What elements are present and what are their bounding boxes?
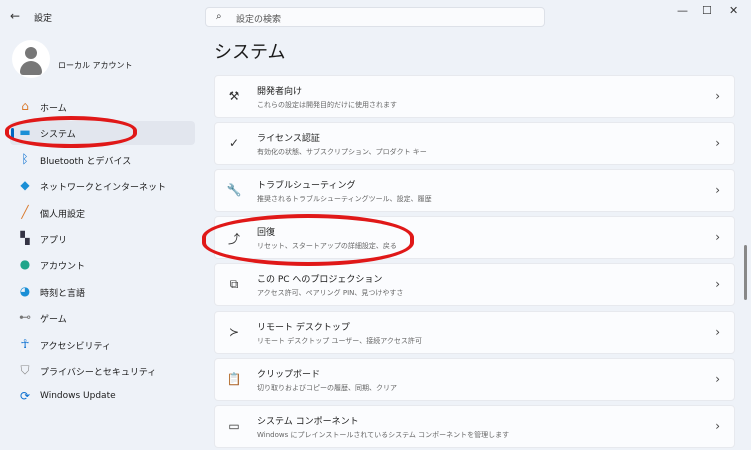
brush-icon: ╱: [21, 204, 29, 219]
card-subtitle: アクセス許可、ペアリング PIN、見つけやすさ: [257, 289, 404, 298]
home-icon: ⌂: [21, 99, 29, 113]
avatar[interactable]: [12, 40, 50, 78]
settings-card-7[interactable]: ▭ システム コンポーネント Windows にプレインストールされているシステム …: [214, 404, 735, 448]
card-title: リモート デスクトップ: [257, 322, 350, 333]
sidebar-item-label: ホーム: [40, 104, 67, 114]
card-subtitle: 切り取りおよびコピーの履歴、同期、クリア: [257, 383, 397, 392]
settings-card-2[interactable]: 🔧 トラブルシューティング推奨されるトラブルシューティングツール、設定、履歴 ›: [214, 169, 735, 213]
chevron-right-icon: ›: [715, 324, 720, 339]
card-title: トラブルシューティング: [257, 181, 356, 192]
close-button[interactable]: ✕: [729, 4, 738, 17]
scrollbar[interactable]: [744, 245, 747, 300]
app-title: 設定: [34, 14, 53, 24]
settings-card-5[interactable]: ≻ リモート デスクトップリモート デスクトップ ユーザー、接続アクセス許可 ›: [214, 310, 735, 354]
sidebar-item-6[interactable]: ● アカウント: [10, 253, 195, 277]
settings-card-4[interactable]: ⧉ この PC へのプロジェクションアクセス許可、ペアリング PIN、見つけやすさ…: [214, 263, 735, 307]
chevron-right-icon: ›: [715, 277, 720, 292]
card-title: 回復: [257, 228, 276, 239]
maximize-button[interactable]: ☐: [702, 4, 712, 17]
search-icon: ⌕: [216, 11, 222, 22]
globe-clock-icon: ◕: [19, 283, 31, 298]
sidebar-item-label: 時刻と言語: [40, 288, 86, 299]
sidebar-item-label: ネットワークとインターネット: [40, 183, 167, 194]
search-placeholder: 設定の検索: [236, 15, 282, 25]
title-bar: ← 設定 ⌕ 設定の検索 — ☐ ✕: [0, 0, 751, 34]
card-title: クリップボード: [257, 369, 321, 380]
settings-card-1[interactable]: ✓ ライセンス認証有効化の状態、サブスクリプション、プロダクト キー ›: [214, 122, 735, 166]
back-arrow-icon[interactable]: ←: [10, 9, 20, 23]
card-title: ライセンス認証: [257, 134, 320, 145]
settings-card-3[interactable]: ⤴ 回復リセット、スタートアップの詳細設定、戻る ›: [214, 216, 735, 260]
sidebar-item-3[interactable]: ◆ ネットワークとインターネット: [10, 174, 195, 198]
sidebar-item-7[interactable]: ◕ 時刻と言語: [10, 280, 195, 304]
sidebar-item-11[interactable]: ⟳ Windows Update: [10, 385, 195, 409]
sidebar-item-label: アクセシビリティ: [40, 341, 112, 352]
sidebar-item-label: アカウント: [40, 262, 86, 273]
chevron-right-icon: ›: [715, 418, 720, 433]
minimize-button[interactable]: —: [677, 4, 688, 17]
sidebar-item-0[interactable]: ⌂ ホーム: [10, 95, 195, 119]
sidebar-item-label: ゲーム: [40, 315, 67, 326]
sidebar-item-label: プライバシーとセキュリティ: [40, 368, 157, 378]
page-title: システム: [214, 42, 286, 63]
chevron-right-icon: ›: [715, 89, 720, 103]
chevron-right-icon: ›: [715, 136, 720, 151]
selection-indicator: [11, 128, 14, 140]
sidebar-item-label: アプリ: [40, 236, 68, 246]
search-input[interactable]: ⌕ 設定の検索: [205, 7, 545, 27]
remote-desktop-icon: ≻: [228, 324, 240, 339]
sidebar-item-1[interactable]: ▬ システム: [10, 121, 195, 146]
wrench-icon: 🔧: [226, 183, 242, 198]
card-title: 開発者向け: [257, 87, 303, 97]
account-icon: ●: [19, 257, 31, 272]
chevron-right-icon: ›: [715, 183, 720, 198]
chevron-right-icon: ›: [715, 230, 720, 245]
sidebar-item-label: Windows Update: [40, 391, 116, 402]
settings-card-6[interactable]: 📋 クリップボード切り取りおよびコピーの履歴、同期、クリア ›: [214, 357, 735, 401]
shield-icon: ⛉: [20, 363, 30, 377]
settings-card-0[interactable]: ⚒ 開発者向けこれらの設定は開発目的だけに使用されます ›: [214, 75, 735, 118]
accessibility-icon: ☥: [20, 336, 30, 351]
projection-icon: ⧉: [229, 277, 239, 292]
recovery-icon: ⤴: [227, 232, 240, 247]
sidebar-item-label: Bluetooth とデバイス: [40, 156, 132, 167]
system-components-icon: ▭: [228, 418, 240, 433]
gamepad-icon: ⊷: [19, 310, 31, 325]
sidebar-item-2[interactable]: ᛒ Bluetooth とデバイス: [10, 148, 195, 172]
sidebar-item-10[interactable]: ⛉ プライバシーとセキュリティ: [10, 359, 195, 383]
wifi-icon: ◆: [20, 178, 30, 193]
sidebar-item-9[interactable]: ☥ アクセシビリティ: [10, 333, 195, 357]
card-subtitle: リモート デスクトップ ユーザー、接続アクセス許可: [257, 336, 422, 345]
sidebar-item-4[interactable]: ╱ 個人用設定: [10, 201, 195, 225]
check-circle-icon: ✓: [228, 136, 240, 151]
clipboard-icon: 📋: [226, 371, 242, 386]
card-subtitle: 有効化の状態、サブスクリプション、プロダクト キー: [257, 148, 427, 157]
card-subtitle: Windows にプレインストールされているシステム コンポーネントを管理します: [257, 430, 510, 439]
sidebar-item-label: 個人用設定: [40, 209, 86, 220]
account-name: ローカル アカウント: [58, 61, 133, 70]
developer-tools-icon: ⚒: [228, 89, 240, 103]
apps-icon: ▚: [20, 231, 30, 245]
card-subtitle: 推奨されるトラブルシューティングツール、設定、履歴: [257, 195, 432, 204]
bluetooth-icon: ᛒ: [21, 151, 29, 166]
card-title: システム コンポーネント: [257, 416, 359, 427]
update-icon: ⟳: [19, 389, 31, 404]
card-title: この PC へのプロジェクション: [257, 275, 383, 286]
sidebar-item-label: システム: [40, 130, 76, 141]
system-icon: ▬: [19, 125, 31, 140]
chevron-right-icon: ›: [715, 371, 720, 386]
card-subtitle: リセット、スタートアップの詳細設定、戻る: [257, 242, 397, 251]
sidebar-item-5[interactable]: ▚ アプリ: [10, 227, 195, 251]
card-subtitle: これらの設定は開発目的だけに使用されます: [257, 101, 397, 109]
sidebar-item-8[interactable]: ⊷ ゲーム: [10, 306, 195, 330]
